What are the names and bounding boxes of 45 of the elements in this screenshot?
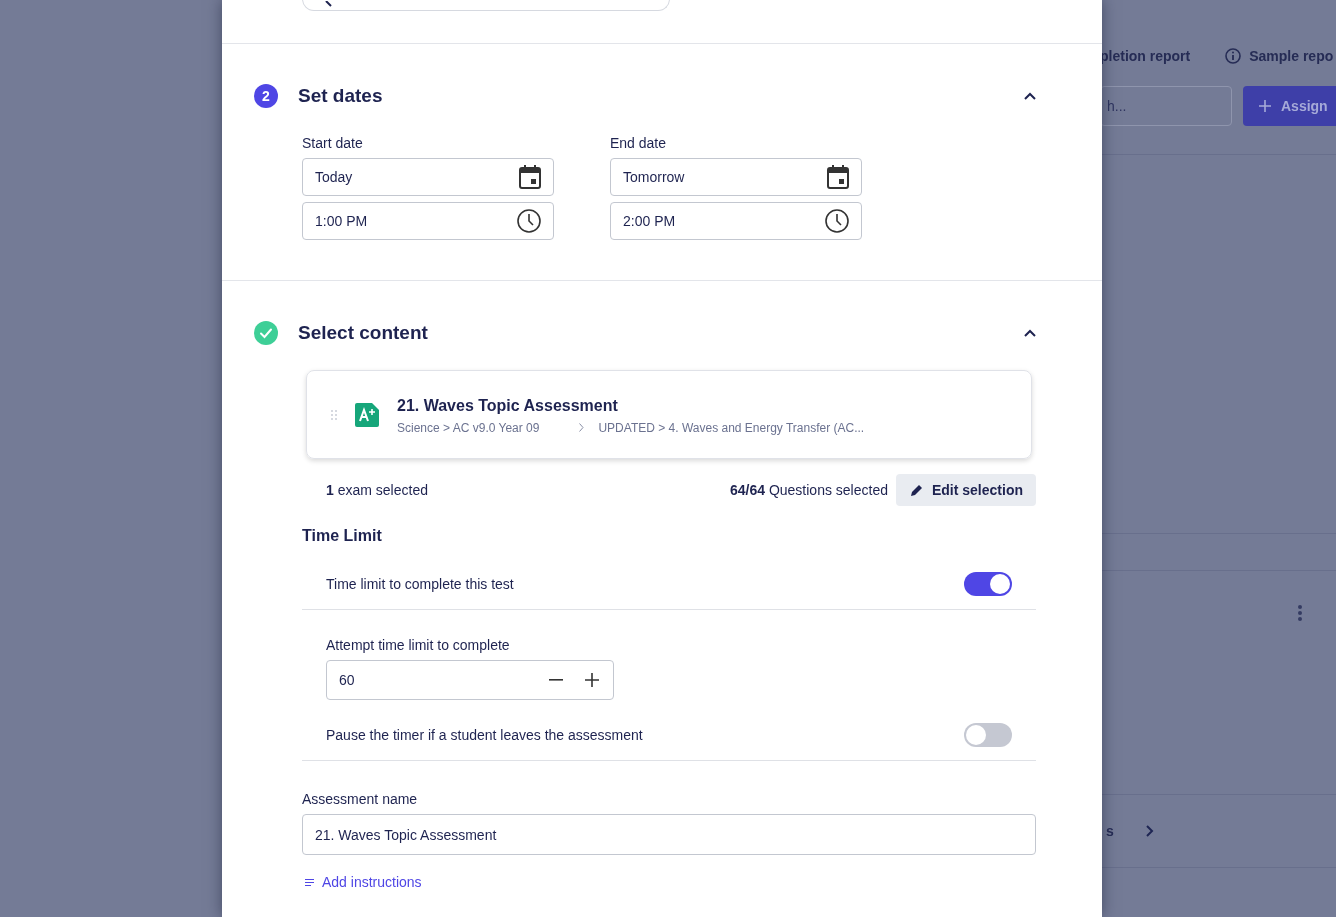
toggle-label: Pause the timer if a student leaves the assessment xyxy=(326,727,643,743)
assessment-name-field[interactable]: 21. Waves Topic Assessment xyxy=(302,814,1036,855)
chevron-up-icon[interactable] xyxy=(1024,92,1036,100)
clock-icon xyxy=(825,209,849,233)
calendar-icon xyxy=(827,165,849,189)
field-label: Start date xyxy=(302,135,364,151)
questions-count-text: 64/64 Questions selected xyxy=(729,482,888,498)
chevron-up-icon[interactable] xyxy=(1024,329,1036,337)
exam-title: 21. Waves Topic Assessment xyxy=(397,396,619,415)
more-vertical-icon[interactable] xyxy=(1298,605,1302,621)
grade-document-icon xyxy=(355,402,379,427)
chevron-right-icon xyxy=(579,423,585,432)
number-stepper-field[interactable]: 60 xyxy=(326,660,614,700)
exam-card[interactable]: 21. Waves Topic Assessment Science > AC v9.0 Year 09 UPDATED > 4. Waves and Energy Transfer (AC... xyxy=(306,370,1032,459)
step-number: 2 xyxy=(254,84,278,108)
breadcrumb-path: UPDATED > 4. Waves and Energy Transfer (AC... xyxy=(598,420,865,435)
breadcrumb-path: Science > AC v9.0 Year 09 xyxy=(397,420,540,435)
assign-button[interactable]: Assign xyxy=(1243,86,1336,126)
edit-selection-button[interactable]: Edit selection xyxy=(895,474,1036,506)
field-label: End date xyxy=(610,135,668,151)
plus-icon xyxy=(1259,100,1271,112)
toggle-switch[interactable] xyxy=(964,723,1012,747)
list-item-text: s xyxy=(1106,823,1114,839)
date-field[interactable]: Tomorrow xyxy=(610,158,862,196)
time-limit-heading: Time Limit xyxy=(302,527,383,545)
chevron-right-icon[interactable] xyxy=(1145,825,1154,837)
clock-icon xyxy=(517,209,541,233)
section-title: Set dates xyxy=(298,85,384,107)
add-instructions-link[interactable]: Add instructions xyxy=(302,874,422,890)
toggle-switch[interactable] xyxy=(964,572,1012,596)
field-label: Attempt time limit to complete xyxy=(326,637,511,653)
info-icon xyxy=(1225,48,1242,64)
calendar-icon xyxy=(519,165,541,189)
drag-handle-icon[interactable] xyxy=(331,408,337,421)
lines-icon xyxy=(305,878,314,886)
pencil-icon xyxy=(910,484,923,496)
minus-icon[interactable] xyxy=(549,679,563,681)
exam-count-text: 1 exam selected xyxy=(326,482,428,498)
time-field[interactable]: 2:00 PM xyxy=(610,202,862,240)
time-field[interactable]: 1:00 PM xyxy=(302,202,554,240)
field-label: Assessment name xyxy=(302,791,419,807)
section-title: Select content xyxy=(298,322,429,344)
date-field[interactable]: Today xyxy=(302,158,554,196)
plus-icon[interactable] xyxy=(585,673,599,687)
toggle-label: Time limit to complete this test xyxy=(326,576,514,592)
